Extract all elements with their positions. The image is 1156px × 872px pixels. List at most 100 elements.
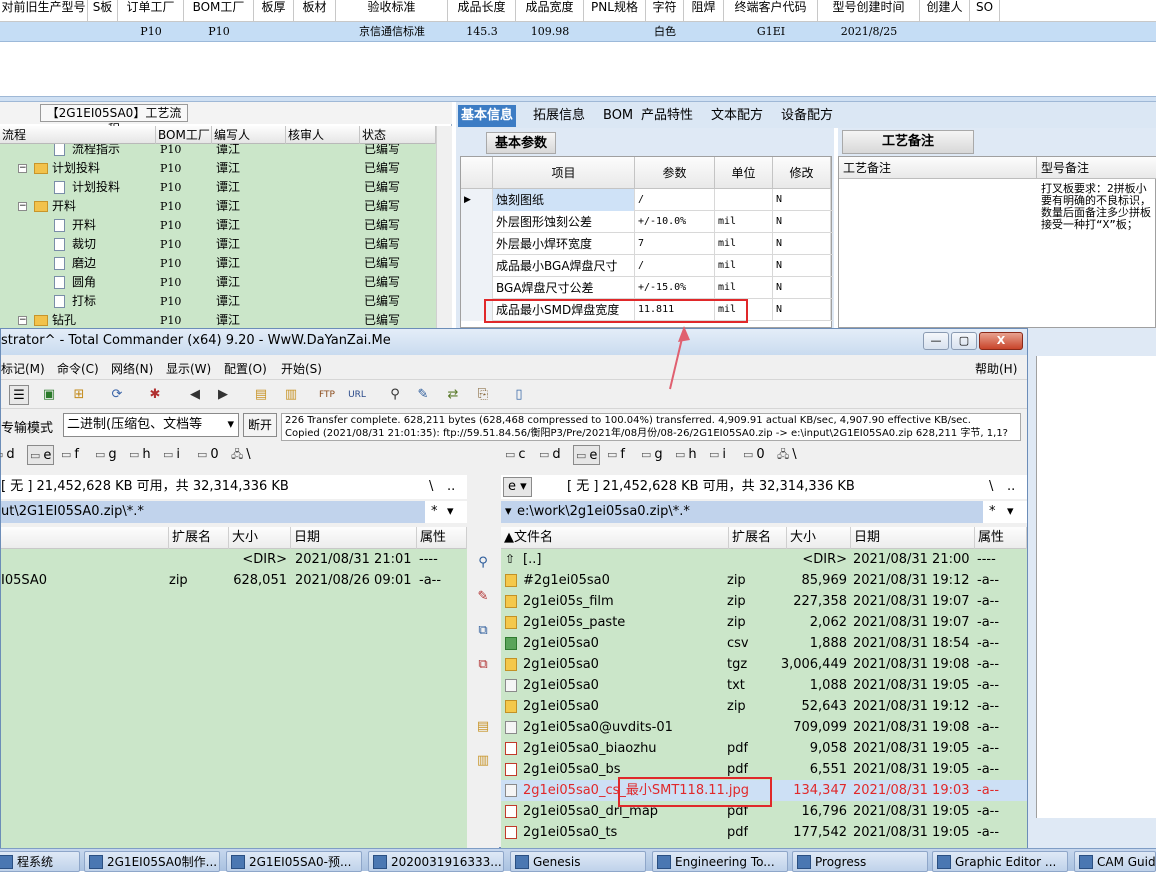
file-row[interactable]: #2g1ei05sa0 zip 85,969 2021/08/31 19:12 -a--: [501, 570, 1027, 591]
param-value[interactable]: +/-10.0%: [635, 211, 715, 233]
grid-col-header[interactable]: 创建人: [920, 0, 970, 22]
drive-network-button[interactable]: 🖧 \: [231, 445, 251, 465]
view-file-icon[interactable]: ⚲: [473, 553, 493, 573]
taskbar-button[interactable]: 2G1EI05SA0-预...: [226, 851, 362, 872]
collapse-icon[interactable]: −: [18, 164, 27, 173]
collapse-icon[interactable]: −: [18, 316, 27, 325]
left-col-name[interactable]: [1, 527, 169, 549]
copy-file-icon[interactable]: ⧉: [473, 621, 493, 641]
grid-cell[interactable]: 京信通信标准: [336, 22, 448, 42]
right-col-ext[interactable]: 扩展名: [729, 527, 787, 549]
menu-help[interactable]: 帮助(H): [975, 360, 1017, 377]
col-status[interactable]: 状态: [360, 126, 436, 144]
ftp-connect-icon[interactable]: FTP: [317, 385, 337, 405]
maximize-button[interactable]: ▢: [951, 332, 977, 350]
close-button[interactable]: X: [979, 332, 1023, 350]
left-col-date[interactable]: 日期: [291, 527, 417, 549]
param-row[interactable]: BGA焊盘尺寸公差 +/-15.0% mil N: [461, 277, 833, 299]
move-file-icon[interactable]: ⧉: [473, 655, 493, 675]
grid-cell[interactable]: [294, 22, 336, 42]
param-value[interactable]: /: [635, 189, 715, 211]
right-col-attr[interactable]: 属性: [975, 527, 1027, 549]
right-col-size[interactable]: 大小: [787, 527, 851, 549]
file-row[interactable]: 2g1ei05sa0 tgz 3,006,449 2021/08/31 19:08 -a…: [501, 654, 1027, 675]
file-row[interactable]: 2g1ei05sa0 zip 52,643 2021/08/31 19:12 -a--: [501, 696, 1027, 717]
file-row[interactable]: 2g1ei05s_film zip 227,358 2021/08/31 19:07-…: [501, 591, 1027, 612]
flow-row[interactable]: 开料 P10 谭江 已编写: [0, 216, 436, 235]
file-row[interactable]: 2g1ei05sa0_ts pdf 177,542 2021/08/31 19:05-…: [501, 822, 1027, 843]
taskbar-button[interactable]: 2020031916333...: [368, 851, 504, 872]
param-value[interactable]: 7: [635, 233, 715, 255]
flow-row[interactable]: − 开料 P10 谭江 已编写: [0, 197, 436, 216]
right-col-name[interactable]: ▲文件名: [501, 527, 729, 549]
taskbar-button[interactable]: Graphic Editor ...: [932, 851, 1068, 872]
left-col-ext[interactable]: 扩展名: [169, 527, 229, 549]
flow-row[interactable]: 计划投料 P10 谭江 已编写: [0, 178, 436, 197]
process-flow-scrollbar[interactable]: [436, 126, 452, 330]
param-value[interactable]: +/-15.0%: [635, 277, 715, 299]
tab-extended-info[interactable]: 拓展信息: [530, 105, 588, 127]
drive-f-button[interactable]: ▭ f: [61, 445, 79, 465]
grid-col-header[interactable]: 订单工厂: [118, 0, 184, 22]
grid-cell[interactable]: 109.98: [516, 22, 584, 42]
menu-configuration[interactable]: 配置(O): [224, 360, 267, 377]
grid-cell[interactable]: [584, 22, 646, 42]
taskbar-button[interactable]: Progress: [792, 851, 928, 872]
grid-col-header[interactable]: 成品长度: [448, 0, 516, 22]
col-unit[interactable]: 单位: [715, 157, 773, 189]
col-item[interactable]: 项目: [493, 157, 635, 189]
taskbar-button[interactable]: Genesis: [510, 851, 646, 872]
drive-i-button[interactable]: ▭ i: [163, 445, 180, 465]
file-row[interactable]: 2g1ei05sa0@uvdits-01 709,099 2021/08/31 19…: [501, 717, 1027, 738]
disconnect-button[interactable]: 断开: [243, 413, 277, 437]
flow-row[interactable]: − 计划投料 P10 谭江 已编写: [0, 159, 436, 178]
tab-bom[interactable]: BOM: [600, 105, 636, 127]
flow-row[interactable]: 打标 P10 谭江 已编写: [0, 292, 436, 311]
grid-cell[interactable]: 白色: [646, 22, 684, 42]
param-row[interactable]: ▶ 蚀刻图纸 / N: [461, 189, 833, 211]
grid-col-header[interactable]: 板厚: [254, 0, 294, 22]
left-file-list[interactable]: <DIR> 2021/08/31 21:01 ---- I05SA0 zip 628,05…: [1, 549, 467, 849]
tab-equipment-recipe[interactable]: 设备配方: [778, 105, 836, 127]
menu-commands[interactable]: 命令(C): [57, 360, 99, 377]
flow-row[interactable]: 磨边 P10 谭江 已编写: [0, 254, 436, 273]
left-root-button[interactable]: \: [429, 475, 433, 499]
edit-file-icon[interactable]: ✎: [473, 587, 493, 607]
grid-col-header[interactable]: 字符: [646, 0, 684, 22]
left-parent-button[interactable]: ..: [447, 475, 455, 499]
flow-row[interactable]: 圆角 P10 谭江 已编写: [0, 273, 436, 292]
col-editor[interactable]: 编写人: [212, 126, 286, 144]
file-row[interactable]: 2g1ei05sa0_biaozhu pdf 9,058 2021/08/31 19:…: [501, 738, 1027, 759]
collapse-icon[interactable]: −: [18, 202, 27, 211]
ftp-log[interactable]: 226 Transfer complete. 628,211 bytes (62…: [281, 413, 1021, 441]
pack-icon[interactable]: ▤: [251, 385, 271, 405]
grid-col-header[interactable]: 型号创建时间: [818, 0, 920, 22]
tc-titlebar[interactable]: strator^ - Total Commander (x64) 9.20 - …: [1, 329, 1027, 355]
notepad-icon[interactable]: ▯: [509, 385, 529, 405]
grid-col-header[interactable]: 板材: [294, 0, 336, 22]
drive-0-button[interactable]: ▭ 0: [197, 445, 219, 465]
tab-text-recipe[interactable]: 文本配方: [708, 105, 766, 127]
grid-cell[interactable]: [920, 22, 970, 42]
param-row[interactable]: 成品最小BGA焊盘尺寸 / mil N: [461, 255, 833, 277]
drive-e-button[interactable]: ▭ e: [573, 445, 601, 465]
grid-cell[interactable]: P10: [184, 22, 254, 42]
drive-g-button[interactable]: ▭ g: [641, 445, 663, 465]
menu-net[interactable]: 网络(N): [111, 360, 153, 377]
drive-g-button[interactable]: ▭ g: [95, 445, 117, 465]
tab-basic-info[interactable]: 基本信息: [458, 105, 517, 127]
multi-rename-icon[interactable]: ✎: [413, 385, 433, 405]
file-row[interactable]: I05SA0 zip 628,051 2021/08/26 09:01 -a--: [1, 570, 467, 591]
grid-cell[interactable]: [684, 22, 724, 42]
grid-cell[interactable]: P10: [118, 22, 184, 42]
drive-f-button[interactable]: ▭ f: [607, 445, 625, 465]
view-mode-icon[interactable]: ☰: [9, 385, 29, 405]
copy-names-icon[interactable]: ⎘: [473, 385, 493, 405]
invert-selection-icon[interactable]: ✱: [145, 385, 165, 405]
find-icon[interactable]: ⚲: [385, 385, 405, 405]
grid-cell[interactable]: [254, 22, 294, 42]
sync-dirs-icon[interactable]: ⇄: [443, 385, 463, 405]
col-flow[interactable]: 流程: [0, 126, 156, 144]
col-reviewer[interactable]: 核审人: [286, 126, 360, 144]
grid-col-header[interactable]: 终端客户代码: [724, 0, 818, 22]
